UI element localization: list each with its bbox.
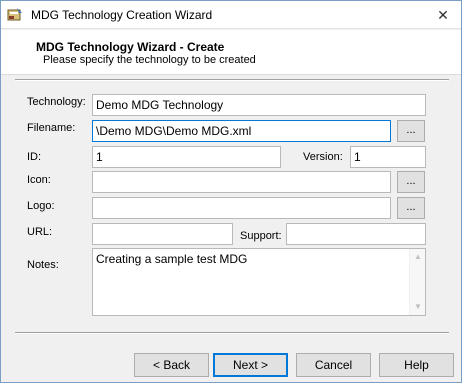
- notes-textarea[interactable]: Creating a sample test MDG ▲ ▼: [92, 248, 426, 316]
- support-label: Support:: [240, 230, 282, 242]
- version-field[interactable]: 1: [350, 146, 426, 168]
- logo-field[interactable]: [92, 197, 391, 219]
- version-label: Version:: [303, 151, 343, 163]
- back-button[interactable]: < Back: [134, 353, 209, 377]
- page-subtitle: Please specify the technology to be crea…: [43, 54, 256, 66]
- top-separator: [15, 79, 449, 81]
- page-title: MDG Technology Wizard - Create: [36, 40, 225, 54]
- next-button[interactable]: Next >: [213, 353, 288, 377]
- technology-label: Technology:: [27, 96, 86, 108]
- scroll-down-arrow-icon[interactable]: ▼: [410, 299, 426, 315]
- bottom-separator: [15, 332, 449, 334]
- title-bar: MDG Technology Creation Wizard ✕: [1, 1, 461, 29]
- technology-field[interactable]: Demo MDG Technology: [92, 94, 426, 116]
- icon-field[interactable]: [92, 171, 391, 193]
- support-field[interactable]: [286, 223, 426, 245]
- url-label: URL:: [27, 226, 53, 238]
- logo-label: Logo:: [27, 200, 55, 212]
- window-title: MDG Technology Creation Wizard: [31, 8, 213, 22]
- wizard-window: MDG Technology Creation Wizard ✕ MDG Tec…: [0, 0, 462, 383]
- icon-label: Icon:: [27, 174, 51, 186]
- cancel-button[interactable]: Cancel: [296, 353, 371, 377]
- wizard-app-icon: [7, 7, 23, 23]
- notes-label: Notes:: [27, 259, 59, 271]
- logo-browse-button[interactable]: ...: [397, 197, 425, 219]
- notes-text: Creating a sample test MDG: [96, 252, 248, 266]
- id-field[interactable]: 1: [92, 146, 281, 168]
- help-button[interactable]: Help: [379, 353, 454, 377]
- close-icon[interactable]: ✕: [433, 5, 453, 25]
- filename-label: Filename:: [27, 122, 76, 134]
- url-field[interactable]: [92, 223, 233, 245]
- id-label: ID:: [27, 151, 42, 163]
- icon-browse-button[interactable]: ...: [397, 171, 425, 193]
- notes-scrollbar[interactable]: ▲ ▼: [409, 249, 425, 315]
- scroll-up-arrow-icon[interactable]: ▲: [410, 249, 426, 265]
- filename-field[interactable]: \Demo MDG\Demo MDG.xml: [92, 120, 391, 142]
- filename-browse-button[interactable]: ...: [397, 120, 425, 142]
